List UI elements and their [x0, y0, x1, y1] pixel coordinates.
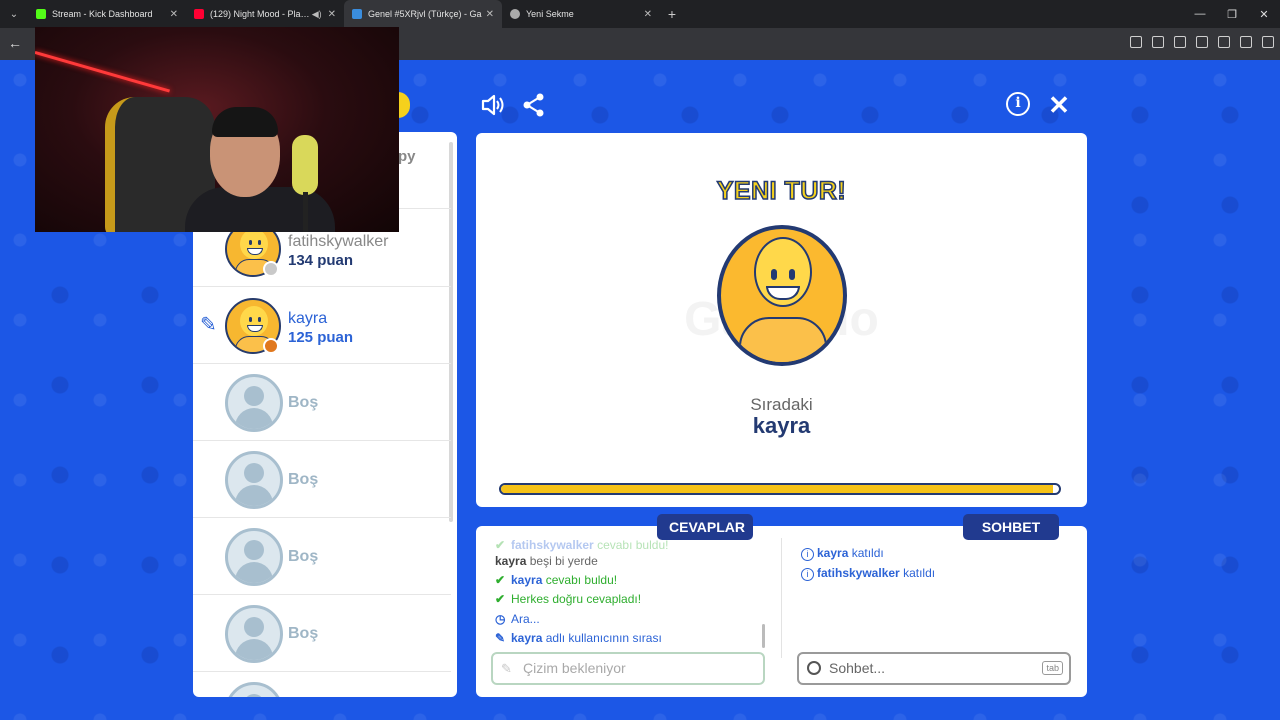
window-controls: — ❐ ✕	[1184, 0, 1280, 28]
close-window-icon[interactable]: ✕	[1248, 0, 1280, 28]
player-name: fatihskywalker	[288, 233, 389, 250]
empty-slot: Boş	[193, 441, 451, 518]
close-tab-icon[interactable]: ✕	[328, 9, 336, 20]
answers-scrollbar[interactable]	[762, 624, 765, 648]
minimize-icon[interactable]: —	[1184, 0, 1216, 28]
player-score: 134 puan	[288, 252, 354, 269]
toolbar-icons	[1130, 36, 1274, 48]
answer-message: ✔ fatihskywalker cevabı buldu!	[495, 538, 669, 552]
tab-title: Stream - Kick Dashboard	[52, 9, 153, 19]
drawing-canvas[interactable]: Gartic.io YENI TUR! Sıradaki kayra	[476, 133, 1087, 507]
chat-input-placeholder: Sohbet...	[829, 660, 886, 676]
status-dot	[263, 338, 279, 354]
tab-title: Genel #5XRjvl (Türkçe) - Ga	[368, 9, 482, 19]
webcam-overlay	[35, 27, 399, 232]
empty-slot-label: Boş	[288, 548, 319, 565]
next-player-avatar	[717, 225, 847, 366]
translate-icon[interactable]	[1130, 36, 1142, 48]
profile-icon[interactable]	[1240, 36, 1252, 48]
answer-message: ✔ kayra cevabı buldu!	[495, 573, 618, 587]
empty-slot: Boş	[193, 364, 451, 441]
info-icon: i	[801, 548, 814, 561]
chat-bubble-icon	[807, 661, 821, 675]
chat-panel: CEVAPLAR SOHBET ✔ fatihskywalker cevabı b…	[476, 514, 1087, 697]
empty-slot-label: Boş	[288, 625, 319, 642]
round-title: YENI TUR!	[716, 176, 847, 206]
player-row[interactable]: ✎ kayra 125 puan	[193, 287, 451, 364]
tab-gartic[interactable]: Genel #5XRjvl (Türkçe) - Ga ✕	[344, 0, 502, 28]
empty-avatar-icon	[225, 605, 283, 663]
tab-kick-dashboard[interactable]: Stream - Kick Dashboard ✕	[28, 0, 186, 28]
chat-message: i fatihskywalker katıldı	[801, 566, 935, 581]
empty-avatar-icon	[225, 451, 283, 509]
chrome-icon	[510, 9, 520, 19]
next-player-name: kayra	[752, 413, 811, 438]
maximize-icon[interactable]: ❐	[1216, 0, 1248, 28]
empty-slot	[193, 672, 451, 697]
player-name: kayra	[288, 310, 328, 327]
answer-message: ✎ kayra adlı kullanıcının sırası	[495, 631, 662, 645]
status-dot	[263, 261, 279, 277]
tab-title: Yeni Sekme	[526, 9, 574, 19]
info-icon: i	[801, 568, 814, 581]
chat-message: i kayra katıldı	[801, 546, 884, 561]
close-icon[interactable]: ✕	[1046, 92, 1072, 118]
empty-avatar-icon	[225, 374, 283, 432]
close-tab-icon[interactable]: ✕	[170, 9, 178, 20]
tab-key-badge: tab	[1042, 661, 1063, 675]
answer-message: ✔ Herkes doğru cevapladı!	[495, 592, 642, 606]
empty-avatar-icon	[225, 528, 283, 586]
gartic-icon	[352, 9, 362, 19]
empty-slot: Boş	[193, 595, 451, 672]
answer-input[interactable]: ✎ Çizim bekleniyor	[491, 652, 765, 685]
check-icon: ✔	[495, 592, 506, 606]
back-arrow-icon[interactable]: ←	[8, 35, 22, 51]
kick-icon	[36, 9, 46, 19]
media-icon[interactable]	[1218, 36, 1230, 48]
progress-fill	[501, 485, 1054, 493]
next-label: Sıradaki	[750, 395, 813, 414]
speaker-icon[interactable]: ◀)	[312, 9, 322, 20]
player-score: 125 puan	[288, 329, 354, 346]
youtube-icon	[194, 9, 204, 19]
sound-icon[interactable]	[480, 92, 506, 118]
check-icon: ✔	[495, 538, 506, 552]
pencil-icon: ✎	[495, 631, 506, 645]
pencil-icon: ✎	[501, 661, 512, 676]
round-progress-bar	[499, 483, 1061, 495]
close-tab-icon[interactable]: ✕	[486, 9, 494, 20]
divider	[781, 538, 782, 658]
tab-youtube-playlist[interactable]: (129) Night Mood - Playlist ◀) ✕	[186, 0, 344, 28]
empty-slot-label: Boş	[288, 471, 319, 488]
tab-bar: ⌄ Stream - Kick Dashboard ✕ (129) Night …	[0, 0, 1280, 28]
clock-icon: ◷	[495, 612, 506, 626]
info-icon[interactable]: i	[1006, 92, 1030, 116]
chat-input[interactable]: Sohbet... tab	[797, 652, 1071, 685]
pencil-icon: ✎	[200, 314, 217, 336]
empty-slot: Boş	[193, 518, 451, 595]
answer-input-placeholder: Çizim bekleniyor	[523, 660, 626, 676]
menu-icon[interactable]	[1262, 36, 1274, 48]
answer-message: ◷ Ara...	[495, 612, 540, 626]
close-tab-icon[interactable]: ✕	[644, 9, 652, 20]
share-icon[interactable]	[521, 92, 547, 118]
tab-search-icon[interactable]: ⌄	[0, 0, 28, 28]
tab-new[interactable]: Yeni Sekme ✕	[502, 0, 660, 28]
player-name: py	[398, 148, 416, 165]
tab-answers[interactable]: CEVAPLAR	[657, 514, 753, 540]
new-tab-icon[interactable]: +	[660, 6, 684, 22]
answer-message: kayra beşi bi yerde	[495, 554, 598, 568]
empty-slot-label: Boş	[288, 394, 319, 411]
tab-chat[interactable]: SOHBET	[963, 514, 1059, 540]
extensions-icon[interactable]	[1196, 36, 1208, 48]
check-icon: ✔	[495, 573, 506, 587]
empty-avatar-icon	[225, 682, 283, 697]
bookmark-star-icon[interactable]	[1174, 36, 1186, 48]
tab-title: (129) Night Mood - Playlist	[210, 9, 312, 19]
cast-icon[interactable]	[1152, 36, 1164, 48]
